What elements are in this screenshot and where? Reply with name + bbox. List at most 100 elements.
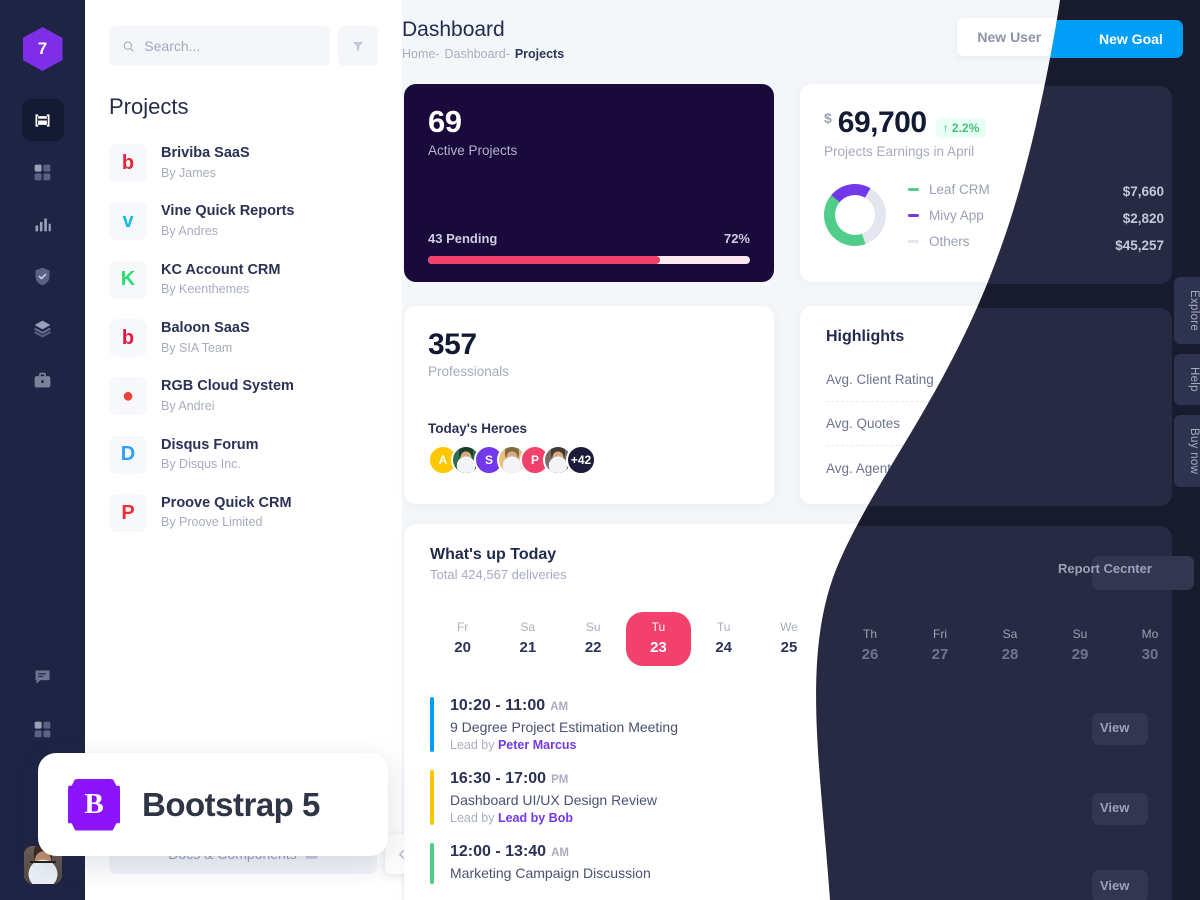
- page-title: Dashboard: [402, 18, 505, 41]
- day-cell[interactable]: Sa 28: [952, 612, 1017, 666]
- day-cell[interactable]: We 25: [756, 612, 821, 666]
- filter-button[interactable]: [338, 26, 378, 66]
- highlight-row: Avg. Quotes ↙ 730: [826, 402, 1148, 446]
- highlight-label: Avg. Client Rating: [826, 372, 934, 387]
- day-name: Fri: [912, 620, 927, 634]
- breadcrumb-dashboard[interactable]: Dashboard-: [445, 47, 510, 61]
- briefcase-icon: [34, 372, 51, 387]
- day-cell[interactable]: Tu 23: [625, 612, 692, 666]
- view-button-3[interactable]: View: [1100, 878, 1129, 893]
- day-cell[interactable]: Sa 21: [495, 612, 560, 666]
- heroes-title: Today's Heroes: [428, 421, 527, 436]
- project-row[interactable]: b Baloon SaaS By SIA Team: [109, 309, 378, 367]
- day-cell[interactable]: Mo 30: [1083, 612, 1148, 666]
- search-row: [85, 0, 402, 66]
- view-button-1[interactable]: View: [1100, 720, 1129, 735]
- rail-item-chat[interactable]: [22, 656, 64, 698]
- event-row: 12:00 - 13:40 AM Marketing Campaign Discus…: [430, 834, 1148, 893]
- side-tab[interactable]: Help: [1174, 354, 1200, 405]
- rail-item-layers[interactable]: [22, 307, 64, 349]
- day-name: Sa: [520, 620, 536, 634]
- day-name: Su: [585, 620, 601, 634]
- project-author: By Andrei: [161, 398, 215, 413]
- day-cell[interactable]: Su 22: [561, 612, 626, 666]
- project-row[interactable]: D Disqus Forum By Disqus Inc.: [109, 426, 378, 484]
- day-number: 29: [1041, 639, 1059, 656]
- professionals-card: 357 Professionals Today's Heroes A S P +42: [404, 306, 774, 504]
- event-time-row: 12:00 - 13:40 AM: [450, 843, 651, 861]
- day-number: 28: [976, 639, 994, 656]
- rail-item-apps[interactable]: [22, 708, 64, 750]
- project-row[interactable]: P Proove Quick CRM By Proove Limited: [109, 484, 378, 542]
- project-text: Disqus Forum By Disqus Inc.: [161, 436, 258, 474]
- projects-list: b Briviba SaaS By James v Vine Quick Reports…: [85, 126, 402, 542]
- active-projects-count: 69: [428, 104, 462, 139]
- event-lead-name[interactable]: Peter Marcus: [498, 738, 577, 752]
- shield-check-icon: [35, 267, 50, 285]
- day-cell[interactable]: Th 26: [822, 612, 887, 666]
- project-logo-icon: K: [109, 260, 147, 299]
- event-lead-name[interactable]: Lead by Bob: [498, 811, 573, 825]
- app-root: 7 Search... Projects b Briviba SaaS By J…: [0, 0, 1200, 900]
- project-logo-icon: ●: [109, 377, 147, 416]
- day-cell[interactable]: Tu 24: [691, 612, 756, 666]
- heroes-avatars: A S P +42: [428, 445, 750, 475]
- hero-avatar-initial[interactable]: +42: [566, 445, 596, 475]
- day-cell[interactable]: Su 29: [1017, 612, 1082, 666]
- day-cell[interactable]: Fr 20: [430, 612, 495, 666]
- highlight-label: Avg. Agent Earnings: [826, 460, 949, 476]
- project-text: Proove Quick CRM By Proove Limited: [161, 494, 292, 532]
- project-name: KC Account CRM: [161, 261, 281, 278]
- rail-item-charts[interactable]: [22, 203, 64, 245]
- day-cell[interactable]: Fri 27: [887, 612, 952, 666]
- trend-arrow-icon: ↙: [1096, 415, 1109, 431]
- legend-amount: $2,820: [1108, 207, 1150, 223]
- rail-item-cube[interactable]: [21, 99, 64, 141]
- highlight-value-group: ↙ 730: [1097, 415, 1148, 432]
- day-selector: Fr 20 Sa 21 Su 22 Tu 23 Tu 24 We 25 Th 26 Fri 27 Sa 28 Su 2…: [430, 612, 1148, 666]
- earnings-donut-chart: [824, 184, 886, 246]
- highlight-row: Avg. Client Rating ↗ 7.8/10: [826, 358, 1148, 402]
- day-number: 24: [715, 639, 733, 656]
- search-box[interactable]: [109, 26, 330, 66]
- project-name: Disqus Forum: [161, 436, 259, 453]
- side-tab[interactable]: Explore: [1174, 277, 1200, 345]
- rail-item-security[interactable]: [22, 255, 64, 297]
- breadcrumb: Home- Dashboard- Projects: [402, 47, 564, 61]
- new-goal-button-overlay[interactable]: New Goal: [1079, 20, 1183, 58]
- project-row[interactable]: K KC Account CRM By Keenthemes: [109, 251, 378, 309]
- day-number: 22: [584, 639, 602, 656]
- view-button-2[interactable]: View: [1100, 800, 1129, 815]
- rail-item-grid[interactable]: [22, 151, 64, 193]
- side-tab[interactable]: Buy now: [1174, 414, 1200, 488]
- progress-labels: 43 Pending 72%: [428, 231, 750, 246]
- event-row: 10:20 - 11:00 AM 9 Degree Project Estimati…: [430, 688, 1148, 761]
- day-name: Sa: [977, 620, 993, 634]
- new-user-button[interactable]: New User: [957, 18, 1062, 56]
- project-logo-icon: b: [109, 319, 147, 358]
- app-logo[interactable]: 7: [22, 27, 63, 71]
- grid-icon: [34, 721, 51, 737]
- search-input[interactable]: [144, 38, 317, 54]
- event-time-row: 16:30 - 17:00 PM: [450, 770, 657, 788]
- event-lead: Lead by Lead by Bob: [450, 811, 573, 825]
- project-row[interactable]: ● RGB Cloud System By Andrei: [109, 367, 378, 425]
- highlights-card: Highlights Avg. Client Rating ↗ 7.8/10 Avg.…: [800, 306, 1174, 504]
- breadcrumb-projects: Projects: [514, 47, 565, 61]
- highlights-title: Highlights: [826, 328, 905, 345]
- view-button[interactable]: View: [1082, 847, 1148, 880]
- event-text: 12:00 - 13:40 AM Marketing Campaign Discus…: [450, 843, 651, 884]
- day-name: Su: [1042, 620, 1058, 634]
- event-title: 9 Degree Project Estimation Meeting: [450, 719, 678, 735]
- highlight-row: Avg. Agent Earnings ↗ $2,309: [826, 446, 1148, 490]
- report-center-button-overlay[interactable]: Report Cecnter: [1058, 561, 1152, 576]
- project-logo-icon: P: [109, 494, 147, 533]
- project-row[interactable]: b Briviba SaaS By James: [109, 134, 378, 192]
- bootstrap-badge-text: Bootstrap 5: [142, 785, 320, 823]
- breadcrumb-home[interactable]: Home-: [402, 47, 440, 61]
- project-row[interactable]: v Vine Quick Reports By Andres: [109, 192, 378, 250]
- project-author: By SIA Team: [161, 340, 233, 355]
- bootstrap-logo-icon: B: [68, 778, 120, 831]
- event-time: 12:00 - 13:40: [450, 843, 547, 860]
- rail-item-projects[interactable]: [22, 359, 64, 401]
